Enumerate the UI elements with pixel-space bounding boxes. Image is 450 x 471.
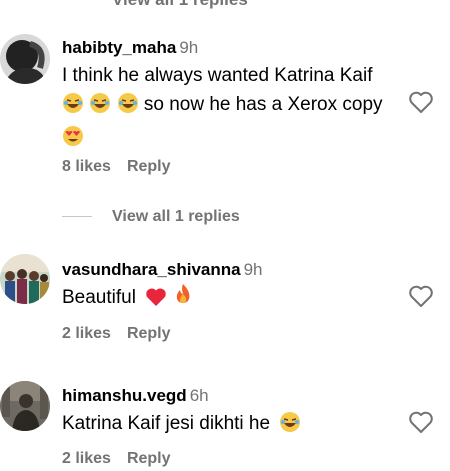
likes-count[interactable]: 2 likes <box>62 450 111 467</box>
comment-text: I think he always wanted Katrina Kaif so… <box>62 61 392 156</box>
avatar[interactable] <box>0 34 50 84</box>
comment-text: Katrina Kaif jesi dikhti he <box>62 409 392 442</box>
username[interactable]: vasundhara_shivanna 9h <box>62 260 263 280</box>
heart-eyes-emoji-icon <box>62 125 84 156</box>
comment-actions: 2 likes Reply <box>62 325 171 343</box>
reply-button[interactable]: Reply <box>127 450 171 467</box>
comment-text: Beautiful <box>62 283 392 316</box>
comment-time: 9h <box>179 38 199 57</box>
like-heart-icon[interactable] <box>408 90 434 114</box>
username[interactable]: himanshu.vegd 6h <box>62 386 209 406</box>
view-replies-link[interactable]: View all 1 replies <box>62 208 240 226</box>
comment-time: 6h <box>189 386 209 405</box>
username[interactable]: habibty_maha 9h <box>62 38 198 58</box>
laughing-emoji-icon <box>62 92 84 123</box>
laughing-emoji-icon <box>279 411 301 442</box>
avatar[interactable] <box>0 254 50 304</box>
likes-count[interactable]: 2 likes <box>62 325 111 342</box>
divider-line <box>62 216 92 218</box>
like-heart-icon[interactable] <box>408 410 434 434</box>
like-heart-icon[interactable] <box>408 284 434 308</box>
comment-actions: 2 likes Reply <box>62 450 171 468</box>
fire-emoji-icon <box>173 283 193 316</box>
comment-time: 9h <box>243 260 263 279</box>
laughing-emoji-icon <box>117 92 139 123</box>
comment-actions: 8 likes Reply <box>62 158 171 176</box>
laughing-emoji-icon <box>89 92 111 123</box>
likes-count[interactable]: 8 likes <box>62 158 111 175</box>
red-heart-emoji-icon <box>145 287 167 316</box>
avatar[interactable] <box>0 381 50 431</box>
view-replies-link[interactable]: View all 1 replies <box>112 0 248 10</box>
reply-button[interactable]: Reply <box>127 325 171 342</box>
reply-button[interactable]: Reply <box>127 158 171 175</box>
